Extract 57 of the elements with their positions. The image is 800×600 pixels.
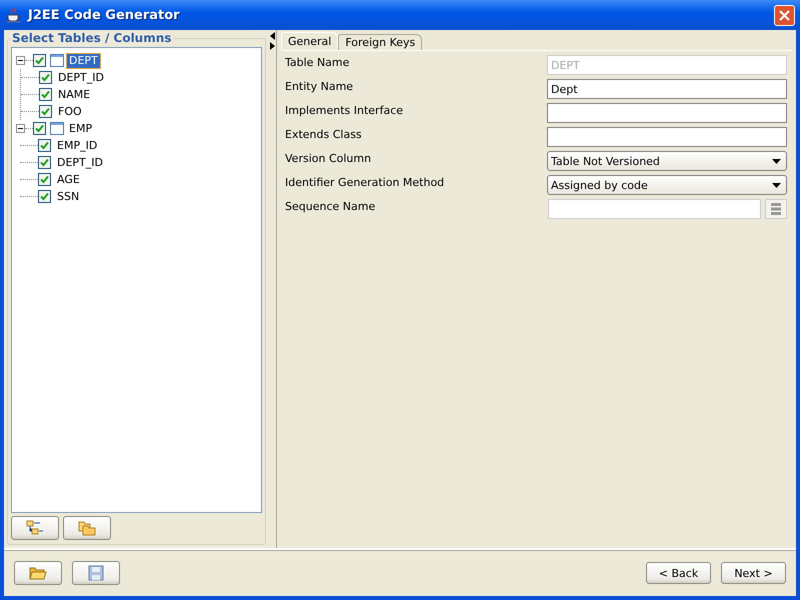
open-folder-button[interactable] bbox=[14, 561, 62, 585]
field-label: Implements Interface bbox=[285, 103, 404, 117]
nav-button[interactable]: < Back bbox=[646, 562, 711, 584]
collapse-left-icon[interactable] bbox=[270, 32, 275, 40]
field-label: Entity Name bbox=[285, 79, 354, 93]
field-label: Version Column bbox=[285, 151, 372, 165]
tab[interactable]: Foreign Keys bbox=[338, 34, 422, 50]
tree-node[interactable]: FOO bbox=[56, 104, 84, 118]
tree-node[interactable]: AGE bbox=[55, 172, 82, 186]
table-icon bbox=[50, 54, 64, 67]
checkbox[interactable] bbox=[33, 122, 46, 135]
checkbox[interactable] bbox=[33, 54, 46, 67]
tree-node[interactable]: EMP bbox=[67, 122, 94, 136]
checkbox[interactable] bbox=[38, 173, 51, 186]
text-field[interactable] bbox=[547, 127, 787, 147]
collapse-toggle[interactable] bbox=[16, 56, 25, 65]
nav-button[interactable]: Next > bbox=[721, 562, 786, 584]
tab[interactable]: General bbox=[281, 32, 338, 50]
tree-node[interactable]: NAME bbox=[56, 88, 92, 102]
text-field[interactable]: Dept bbox=[547, 79, 787, 99]
coffee-cup-icon bbox=[6, 7, 22, 23]
field-label: Table Name bbox=[285, 55, 350, 69]
save-button[interactable] bbox=[72, 561, 120, 585]
dropdown[interactable]: Assigned by code bbox=[547, 175, 787, 195]
folder-icon bbox=[29, 566, 47, 580]
save-icon bbox=[88, 565, 104, 581]
tree-node[interactable]: DEPT_ID bbox=[55, 156, 105, 170]
tree-node[interactable]: DEPT bbox=[67, 54, 100, 68]
dropdown-arrow-icon bbox=[772, 182, 781, 188]
field-label: Extends Class bbox=[285, 127, 362, 141]
dropdown[interactable]: Table Not Versioned bbox=[547, 151, 787, 171]
folders-button[interactable] bbox=[63, 516, 111, 540]
checkbox[interactable] bbox=[39, 88, 52, 101]
field-label: Sequence Name bbox=[285, 199, 376, 213]
window-title: J2EE Code Generator bbox=[28, 8, 181, 22]
list-icon bbox=[771, 203, 781, 215]
close-icon bbox=[778, 8, 791, 22]
folders-icon bbox=[78, 520, 96, 536]
checkbox[interactable] bbox=[38, 190, 51, 203]
list-button[interactable] bbox=[765, 199, 787, 219]
tree-node[interactable]: DEPT_ID bbox=[56, 70, 106, 84]
panel-title: Select Tables / Columns bbox=[10, 31, 174, 45]
dropdown-arrow-icon bbox=[772, 158, 781, 164]
hierarchy-button[interactable] bbox=[11, 516, 59, 540]
expand-right-icon[interactable] bbox=[270, 42, 275, 50]
collapse-toggle[interactable] bbox=[16, 124, 25, 133]
field-label: Identifier Generation Method bbox=[285, 175, 444, 189]
checkbox[interactable] bbox=[38, 139, 51, 152]
table-icon bbox=[50, 122, 64, 135]
close-button[interactable] bbox=[774, 4, 795, 26]
tree-node[interactable]: EMP_ID bbox=[55, 138, 100, 152]
checkbox[interactable] bbox=[39, 71, 52, 84]
checkbox[interactable] bbox=[38, 156, 51, 169]
text-field[interactable] bbox=[547, 103, 787, 123]
tree-node[interactable]: SSN bbox=[55, 190, 82, 204]
hierarchy-icon bbox=[26, 520, 44, 536]
checkbox[interactable] bbox=[39, 105, 52, 118]
